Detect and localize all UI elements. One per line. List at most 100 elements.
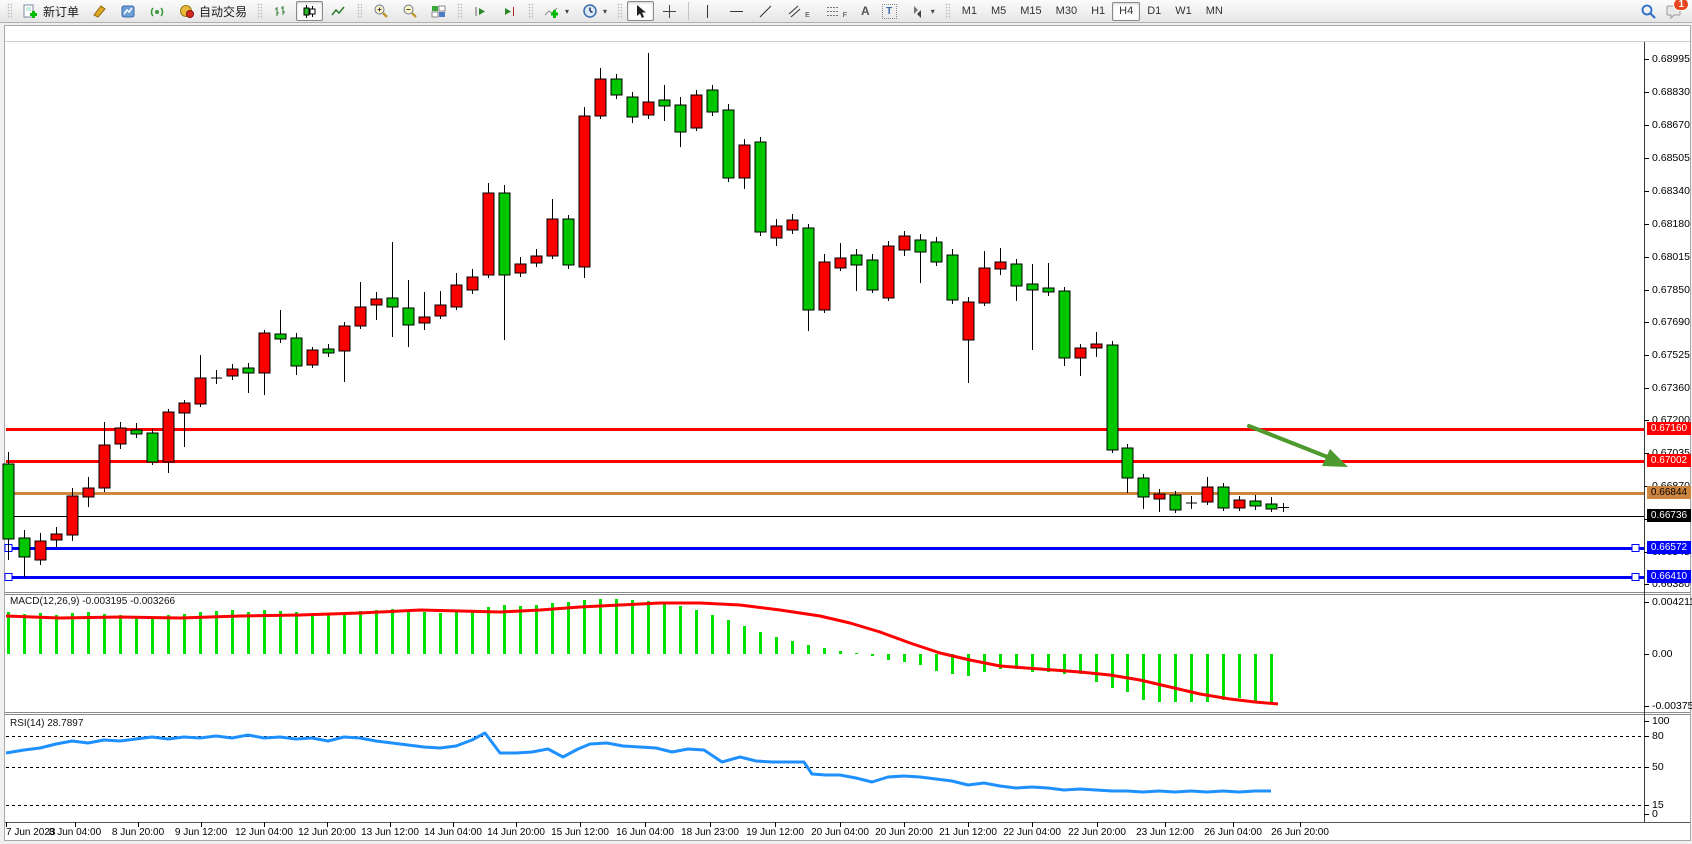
candle-body-down[interactable] [1043, 288, 1054, 292]
candle-body-down[interactable] [499, 193, 510, 275]
candle-body-up[interactable] [419, 317, 430, 323]
candle-body-up[interactable] [691, 95, 702, 128]
candle-body-down[interactable] [851, 255, 862, 265]
candle-body-up[interactable] [355, 307, 366, 326]
candle-body-up[interactable] [643, 102, 654, 115]
candle-body-up[interactable] [1091, 344, 1102, 348]
line-handle[interactable] [1632, 574, 1639, 581]
candle-body-up[interactable] [531, 256, 542, 263]
candle-body-up[interactable] [1202, 487, 1213, 502]
candle-body-up[interactable] [963, 302, 974, 340]
candle-body-up[interactable] [819, 262, 830, 310]
candle-body-down[interactable] [3, 464, 14, 539]
candle-body-down[interactable] [403, 308, 414, 325]
candle-body-up[interactable] [515, 264, 526, 273]
candle-body-down[interactable] [931, 242, 942, 262]
candle-body-up[interactable] [995, 262, 1006, 269]
candle-body-down[interactable] [1122, 448, 1133, 478]
candle-body-down[interactable] [803, 228, 814, 310]
candle-body-up[interactable] [115, 428, 126, 444]
horizontal-line-0.66410[interactable] [6, 576, 1644, 579]
candle-body-up[interactable] [739, 145, 750, 178]
candle-body-down[interactable] [1266, 504, 1277, 509]
line-handle[interactable] [1632, 545, 1639, 552]
horizontal-line-0.66572[interactable] [6, 547, 1644, 550]
candle-body-up[interactable] [227, 369, 238, 376]
candle-body-up[interactable] [787, 220, 798, 230]
chart-background [5, 26, 1689, 840]
candle-body-up[interactable] [163, 412, 174, 462]
candle-body-up[interactable] [307, 350, 318, 365]
candle-body-down[interactable] [611, 79, 622, 95]
candle-body-down[interactable] [659, 100, 670, 106]
candle-body-up[interactable] [35, 541, 46, 560]
candle-body-down[interactable] [19, 538, 30, 557]
candle-body-up[interactable] [483, 193, 494, 275]
candle-body-up[interactable] [51, 534, 62, 540]
candle-body-up[interactable] [547, 219, 558, 256]
candle-body-down[interactable] [275, 334, 286, 339]
candle-body-down[interactable] [1107, 345, 1118, 450]
price-badge-0.67160: 0.67160 [1647, 422, 1691, 435]
price-axis-label: 0.68180 [1652, 218, 1690, 230]
candle-body-up[interactable] [99, 445, 110, 488]
line-handle[interactable] [5, 574, 12, 581]
candle-body-down[interactable] [1138, 478, 1149, 497]
candle-body-up[interactable] [835, 258, 846, 268]
chart-canvas[interactable] [0, 0, 1692, 844]
candle-body-up[interactable] [83, 488, 94, 497]
candle-body-up[interactable] [435, 305, 446, 316]
candle-body-up[interactable] [259, 333, 270, 373]
price-axis-label: 0.67525 [1652, 349, 1690, 361]
candle-body-up[interactable] [179, 403, 190, 413]
candle-body-up[interactable] [1075, 348, 1086, 358]
horizontal-line-0.67160[interactable] [6, 428, 1644, 431]
horizontal-line-0.66736[interactable] [6, 516, 1644, 517]
candle-body-down[interactable] [291, 338, 302, 366]
price-badge-0.66572: 0.66572 [1647, 541, 1691, 554]
candle-body-down[interactable] [947, 255, 958, 300]
candle-body-down[interactable] [675, 105, 686, 132]
candle-body-up[interactable] [979, 268, 990, 303]
candle-body-up[interactable] [771, 226, 782, 238]
candle-body-down[interactable] [387, 298, 398, 307]
horizontal-line-0.67002[interactable] [6, 460, 1644, 463]
time-axis-label: 14 Jun 04:00 [424, 827, 482, 838]
candle-body-down[interactable] [147, 433, 158, 462]
candle-body-up[interactable] [1154, 494, 1165, 499]
candle-body-up[interactable] [595, 79, 606, 116]
time-axis-label: 15 Jun 12:00 [551, 827, 609, 838]
candle-body-down[interactable] [243, 368, 254, 373]
candle-body-up[interactable] [67, 496, 78, 535]
candle-body-down[interactable] [1250, 501, 1261, 506]
candle-body-down[interactable] [1059, 291, 1070, 358]
candle-body-up[interactable] [371, 299, 382, 305]
candle-body-down[interactable] [1027, 284, 1038, 290]
candle-body-down[interactable] [563, 219, 574, 265]
candle-body-up[interactable] [579, 116, 590, 267]
candle-body-up[interactable] [339, 326, 350, 351]
candle-body-down[interactable] [707, 90, 718, 112]
candle-body-up[interactable] [899, 236, 910, 250]
candle-body-up[interactable] [467, 277, 478, 290]
candle-body-down[interactable] [627, 97, 638, 117]
candle-body-down[interactable] [131, 430, 142, 434]
time-axis-label: 22 Jun 20:00 [1068, 827, 1126, 838]
horizontal-line-0.66844[interactable] [6, 492, 1644, 495]
candle-body-up[interactable] [195, 378, 206, 404]
candle-body-down[interactable] [723, 110, 734, 178]
candle-body-down[interactable] [755, 142, 766, 232]
time-axis-label: 16 Jun 04:00 [616, 827, 674, 838]
candle-body-down[interactable] [1011, 264, 1022, 286]
candle-body-down[interactable] [1170, 495, 1181, 510]
rsi-axis-label: 50 [1652, 761, 1664, 773]
candle-body-up[interactable] [883, 246, 894, 298]
price-badge-0.66736: 0.66736 [1647, 509, 1691, 522]
candle-body-up[interactable] [1234, 500, 1245, 508]
candle-body-up[interactable] [451, 285, 462, 307]
candle-body-down[interactable] [915, 240, 926, 252]
price-badge-0.66844: 0.66844 [1647, 486, 1691, 499]
candle-body-down[interactable] [867, 260, 878, 290]
candle-body-down[interactable] [323, 349, 334, 353]
candle-body-down[interactable] [1218, 487, 1229, 508]
